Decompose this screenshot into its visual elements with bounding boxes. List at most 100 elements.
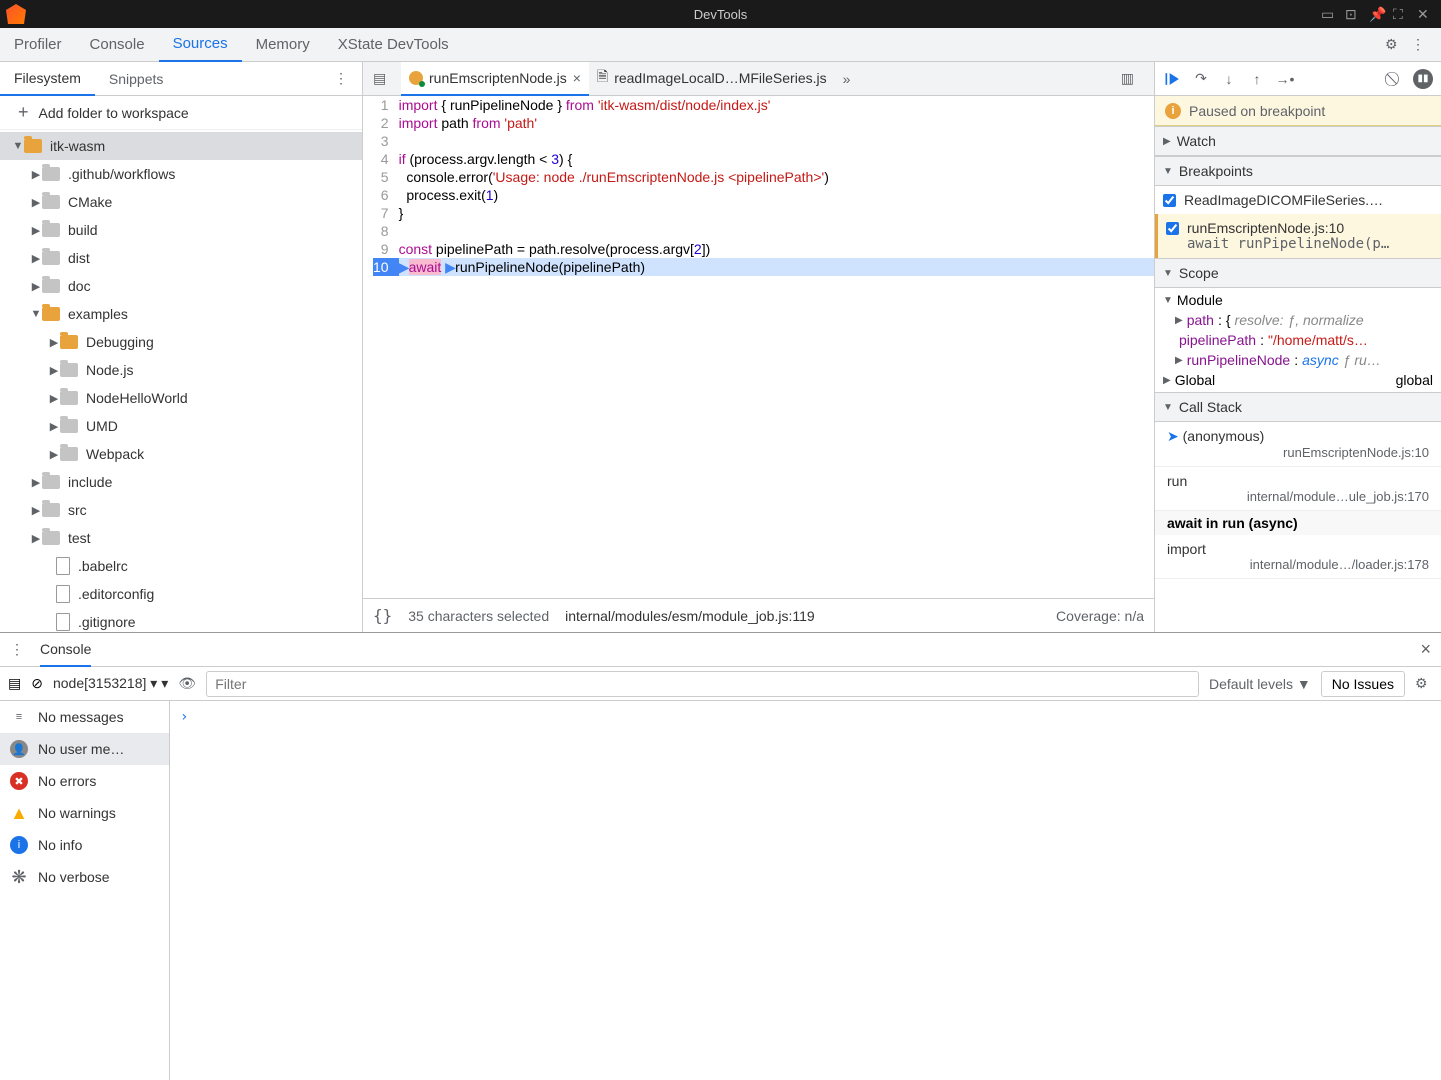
console-filter-info[interactable]: iNo info xyxy=(0,829,169,861)
step-out-icon[interactable]: ↑ xyxy=(1247,69,1267,89)
close-drawer-icon[interactable]: × xyxy=(1420,639,1431,660)
devices-icon[interactable]: ▭ xyxy=(1321,6,1337,22)
file-icon: 🗎 xyxy=(597,66,608,90)
editor-panel: ▤ runEmscriptenNode.js × 🗎 readImageLoca… xyxy=(363,62,1155,632)
folder-item[interactable]: ▶Webpack xyxy=(0,440,362,468)
tree-item-label: examples xyxy=(68,306,128,322)
more-menu-icon[interactable]: ⋮ xyxy=(1411,36,1429,54)
folder-item[interactable]: ▶build xyxy=(0,216,362,244)
resume-icon[interactable] xyxy=(1163,69,1183,89)
callstack-frame[interactable]: importinternal/module…/loader.js:178 xyxy=(1155,535,1441,579)
folder-item[interactable]: ▶src xyxy=(0,496,362,524)
tab-filesystem[interactable]: Filesystem xyxy=(0,62,95,96)
pin-icon[interactable]: 📌 xyxy=(1369,6,1385,22)
editor-tab-1[interactable]: runEmscriptenNode.js × xyxy=(401,62,589,96)
console-prompt: › xyxy=(180,709,188,725)
pause-on-exceptions-icon[interactable]: ▮▮ xyxy=(1413,69,1433,89)
more-tabs-icon[interactable]: » xyxy=(843,71,851,87)
clear-console-icon[interactable]: ⊘ xyxy=(31,675,43,692)
breakpoint-checkbox[interactable] xyxy=(1163,194,1176,207)
console-filter-user[interactable]: 👤No user me… xyxy=(0,733,169,765)
console-filter-err[interactable]: ✖No errors xyxy=(0,765,169,797)
folder-icon xyxy=(42,167,60,181)
editor-tab-2[interactable]: 🗎 readImageLocalD…MFileSeries.js xyxy=(589,62,835,96)
code-editor[interactable]: 12345678910 import { runPipelineNode } f… xyxy=(363,96,1154,598)
close-tab-icon[interactable]: × xyxy=(573,70,581,86)
console-filter-input[interactable] xyxy=(206,671,1199,697)
console-settings-icon[interactable]: ⚙ xyxy=(1415,675,1433,693)
deactivate-breakpoints-icon[interactable]: ⃠ xyxy=(1385,69,1405,89)
folder-item[interactable]: ▶dist xyxy=(0,244,362,272)
file-item[interactable]: .gitignore xyxy=(0,608,362,632)
user-icon: 👤 xyxy=(10,740,28,758)
file-item[interactable]: .editorconfig xyxy=(0,580,362,608)
editor-tab-1-label: runEmscriptenNode.js xyxy=(429,70,567,86)
folder-item[interactable]: ▶test xyxy=(0,524,362,552)
toggle-debugger-icon[interactable]: ▥ xyxy=(1121,70,1134,86)
console-tab[interactable]: Console xyxy=(40,633,91,667)
folder-item[interactable]: ▶include xyxy=(0,468,362,496)
tab-xstate[interactable]: XState DevTools xyxy=(324,28,463,62)
live-expression-icon[interactable]: 👁 xyxy=(178,675,196,693)
step-icon[interactable]: →• xyxy=(1275,69,1295,89)
folder-item[interactable]: ▶.github/workflows xyxy=(0,160,362,188)
scope-variable[interactable]: ▶path: {resolve: ƒ, normalize xyxy=(1155,310,1441,330)
folder-item[interactable]: ▶Debugging xyxy=(0,328,362,356)
console-filter-warn[interactable]: ▲No warnings xyxy=(0,797,169,829)
location-link[interactable]: internal/modules/esm/module_job.js:119 xyxy=(565,608,815,624)
scope-variable[interactable]: ▶runPipelineNode: async ƒ ru… xyxy=(1155,350,1441,370)
tab-snippets[interactable]: Snippets xyxy=(95,62,177,96)
devtools-main-tabs: Profiler Console Sources Memory XState D… xyxy=(0,28,1441,62)
callstack-frame[interactable]: (anonymous)runEmscriptenNode.js:10 xyxy=(1155,422,1441,467)
tree-item-label: include xyxy=(68,474,112,490)
drawer-menu-icon[interactable]: ⋮ xyxy=(10,641,28,659)
folder-item[interactable]: ▼examples xyxy=(0,300,362,328)
file-icon xyxy=(56,585,70,603)
add-folder-button[interactable]: + Add folder to workspace xyxy=(0,96,362,130)
tree-item-label: .babelrc xyxy=(78,558,128,574)
js-file-icon xyxy=(409,71,423,85)
folder-item[interactable]: ▶Node.js xyxy=(0,356,362,384)
step-into-icon[interactable]: ↓ xyxy=(1219,69,1239,89)
folder-item[interactable]: ▶NodeHelloWorld xyxy=(0,384,362,412)
settings-gear-icon[interactable]: ⚙ xyxy=(1385,36,1403,54)
folder-item[interactable]: ▶UMD xyxy=(0,412,362,440)
selection-status: 35 characters selected xyxy=(408,608,549,624)
maximize-icon[interactable]: ⛶ xyxy=(1393,6,1409,22)
log-levels-select[interactable]: Default levels ▼ xyxy=(1209,676,1311,692)
tab-memory[interactable]: Memory xyxy=(242,28,324,62)
file-item[interactable]: .babelrc xyxy=(0,552,362,580)
breakpoint-item[interactable]: runEmscriptenNode.js:10await runPipeline… xyxy=(1155,214,1441,258)
watch-section-header[interactable]: ▶ Watch xyxy=(1155,126,1441,156)
context-selector[interactable]: node[3153218] ▾ xyxy=(53,675,168,692)
tab-profiler[interactable]: Profiler xyxy=(0,28,76,62)
breakpoint-checkbox[interactable] xyxy=(1166,222,1179,235)
scope-section-header[interactable]: ▼ Scope xyxy=(1155,258,1441,288)
console-filter-verb[interactable]: ❋No verbose xyxy=(0,861,169,893)
scope-global[interactable]: ▶Globalglobal xyxy=(1155,370,1441,390)
android-icon[interactable]: ⊡ xyxy=(1345,6,1361,22)
breakpoint-item[interactable]: ReadImageDICOMFileSeries.… xyxy=(1155,186,1441,214)
toggle-navigator-icon[interactable]: ▤ xyxy=(373,70,391,88)
breakpoints-section-header[interactable]: ▼ Breakpoints xyxy=(1155,156,1441,186)
callstack-frame[interactable]: runinternal/module…ule_job.js:170 xyxy=(1155,467,1441,511)
scope-module[interactable]: ▼Module xyxy=(1155,290,1441,310)
step-over-icon[interactable]: ↷ xyxy=(1191,69,1211,89)
tab-console[interactable]: Console xyxy=(76,28,159,62)
folder-item[interactable]: ▶doc xyxy=(0,272,362,300)
tab-sources[interactable]: Sources xyxy=(159,28,242,62)
format-icon[interactable]: {} xyxy=(373,606,392,625)
navigator-more-icon[interactable]: ⋮ xyxy=(334,70,352,88)
file-tree[interactable]: ▼itk-wasm▶.github/workflows▶CMake▶build▶… xyxy=(0,130,362,632)
folder-item[interactable]: ▼itk-wasm xyxy=(0,132,362,160)
console-output[interactable]: › xyxy=(170,701,1441,1080)
scope-variable[interactable]: pipelinePath: "/home/matt/s… xyxy=(1155,330,1441,350)
paused-banner: i Paused on breakpoint xyxy=(1155,96,1441,126)
issues-button[interactable]: No Issues xyxy=(1321,671,1405,697)
toggle-sidebar-icon[interactable]: ▤ xyxy=(8,675,21,692)
console-filter-lines[interactable]: ≡No messages xyxy=(0,701,169,733)
tree-item-label: .gitignore xyxy=(78,614,136,630)
close-icon[interactable]: ✕ xyxy=(1417,6,1433,22)
folder-item[interactable]: ▶CMake xyxy=(0,188,362,216)
callstack-section-header[interactable]: ▼ Call Stack xyxy=(1155,392,1441,422)
